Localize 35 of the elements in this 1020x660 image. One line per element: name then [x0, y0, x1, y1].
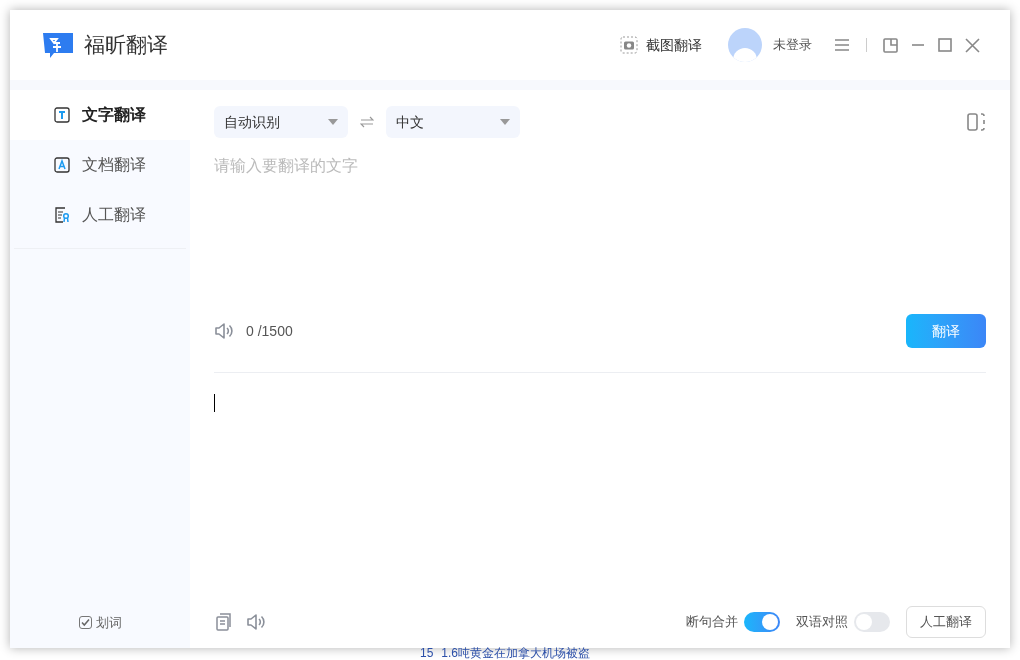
toggle-label: 双语对照	[796, 613, 848, 632]
split-view-icon[interactable]	[966, 112, 986, 132]
sidebar-tab[interactable]: 文字翻译	[10, 90, 190, 140]
caret-icon	[328, 119, 338, 125]
toggle-label: 断句合并	[686, 613, 738, 632]
source-text-field[interactable]: 请输入要翻译的文字	[214, 154, 986, 314]
avatar[interactable]	[728, 28, 762, 62]
mini-window-icon[interactable]	[883, 37, 898, 53]
toggle-switch[interactable]	[744, 612, 780, 632]
swap-arrows-icon[interactable]	[360, 116, 374, 128]
human-translate-button[interactable]: 人工翻译	[906, 606, 986, 638]
target-language-select[interactable]: 中文	[386, 106, 520, 138]
headline-link[interactable]: 1.6吨黄金在加拿大机场被盗	[441, 647, 591, 660]
word-pick-checkbox[interactable]: 划词	[78, 612, 122, 632]
app-title: 福昕翻译	[84, 32, 168, 59]
login-status[interactable]: 未登录	[773, 35, 812, 55]
certificate-icon	[54, 207, 70, 223]
character-counter: 0 /1500	[246, 321, 293, 341]
speaker-icon[interactable]	[246, 613, 266, 631]
copy-icon[interactable]	[214, 613, 232, 631]
close-icon[interactable]	[965, 37, 980, 53]
maximize-icon[interactable]	[938, 38, 952, 52]
speaker-icon[interactable]	[214, 322, 234, 340]
check-icon	[80, 617, 90, 627]
caret-icon	[500, 119, 510, 125]
document-letter-icon	[54, 157, 70, 173]
speech-bubble-logo-icon	[40, 30, 76, 60]
camera-icon	[620, 36, 638, 54]
source-language-select[interactable]: 自动识别	[214, 106, 348, 138]
text-cursor	[214, 394, 215, 412]
text-box-icon	[54, 107, 70, 123]
toggle-switch[interactable]	[854, 612, 890, 632]
screenshot-translate-button[interactable]: 截图翻译	[620, 34, 702, 56]
menu-icon[interactable]	[834, 38, 850, 52]
headline-number: 15	[420, 647, 434, 660]
